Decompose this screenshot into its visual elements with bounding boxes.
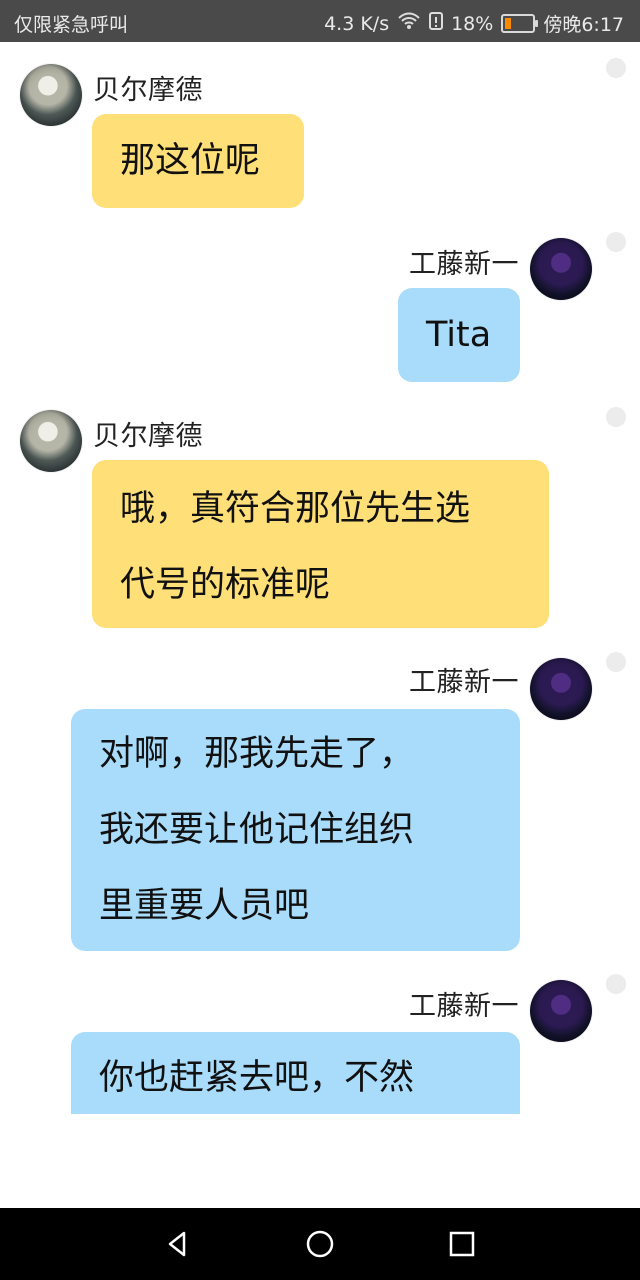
back-icon[interactable]	[160, 1226, 196, 1262]
message-row: 贝尔摩德 哦，真符合那位先生选 代号的标准呢	[0, 407, 640, 647]
avatar-shade	[20, 410, 82, 472]
status-dot	[606, 652, 626, 672]
message-line: 我还要让他记住组织	[99, 810, 415, 850]
message-bubble[interactable]: 对啊，那我先走了， 我还要让他记住组织 里重要人员吧	[71, 709, 520, 951]
sender-name: 工藤新一	[409, 991, 519, 1022]
avatar-shade	[20, 64, 82, 126]
status-dot	[606, 232, 626, 252]
status-dot	[606, 407, 626, 427]
message-row: 贝尔摩德 那这位呢	[0, 42, 640, 262]
message-line: 代号的标准呢	[120, 565, 331, 605]
status-dot	[606, 58, 626, 78]
network-speed-text: 4.3 K/s	[324, 12, 390, 35]
recents-icon[interactable]	[444, 1226, 480, 1262]
avatar-shade	[530, 238, 592, 300]
status-right-group: 4.3 K/s 18% 傍晚6:17	[324, 10, 624, 37]
sim-icon	[429, 12, 444, 35]
message-row: 工藤新一 对啊，那我先走了， 我还要让他记住组织 里重要人员吧	[0, 652, 640, 972]
message-line: 对啊，那我先走了，	[99, 734, 415, 774]
message-row: 工藤新一 Tita	[0, 232, 640, 402]
battery-icon	[501, 14, 539, 33]
avatar-shade	[530, 980, 592, 1042]
chat-message-list[interactable]: 贝尔摩德 那这位呢 工藤新一 Tita 贝尔摩德 哦，真符合那位先生选 代号的标…	[0, 42, 640, 1208]
sender-name: 贝尔摩德	[93, 421, 203, 452]
message-line: 里重要人员吧	[99, 886, 310, 926]
shinichi-avatar[interactable]	[530, 980, 592, 1042]
message-bubble[interactable]: 你也赶紧去吧，不然	[71, 1032, 520, 1114]
sender-name: 贝尔摩德	[93, 75, 203, 106]
battery-level-fill	[505, 18, 512, 29]
vermouth-avatar[interactable]	[20, 64, 82, 126]
shinichi-avatar[interactable]	[530, 238, 592, 300]
system-navigation-bar	[0, 1208, 640, 1280]
sender-name: 工藤新一	[409, 249, 519, 280]
avatar-shade	[530, 658, 592, 720]
message-bubble[interactable]: Tita	[398, 288, 520, 382]
message-row: 工藤新一 你也赶紧去吧，不然	[0, 974, 640, 1208]
message-line: 哦，真符合那位先生选	[120, 489, 471, 529]
sender-name: 工藤新一	[409, 667, 519, 698]
message-line: 你也赶紧去吧，不然	[99, 1058, 415, 1098]
message-bubble[interactable]: 哦，真符合那位先生选 代号的标准呢	[92, 460, 549, 628]
battery-percent-text: 18%	[451, 12, 494, 35]
status-bar: 仅限紧急呼叫 4.3 K/s 18% 傍晚6:17	[0, 0, 640, 42]
status-dot	[606, 974, 626, 994]
message-line: 那这位呢	[120, 141, 261, 181]
message-bubble[interactable]: 那这位呢	[92, 114, 304, 208]
vermouth-avatar[interactable]	[20, 410, 82, 472]
wifi-icon	[397, 12, 421, 35]
carrier-status-text: 仅限紧急呼叫	[14, 14, 129, 36]
clock-text: 傍晚6:17	[543, 14, 624, 36]
message-line: Tita	[426, 315, 492, 355]
home-icon[interactable]	[302, 1226, 338, 1262]
shinichi-avatar[interactable]	[530, 658, 592, 720]
